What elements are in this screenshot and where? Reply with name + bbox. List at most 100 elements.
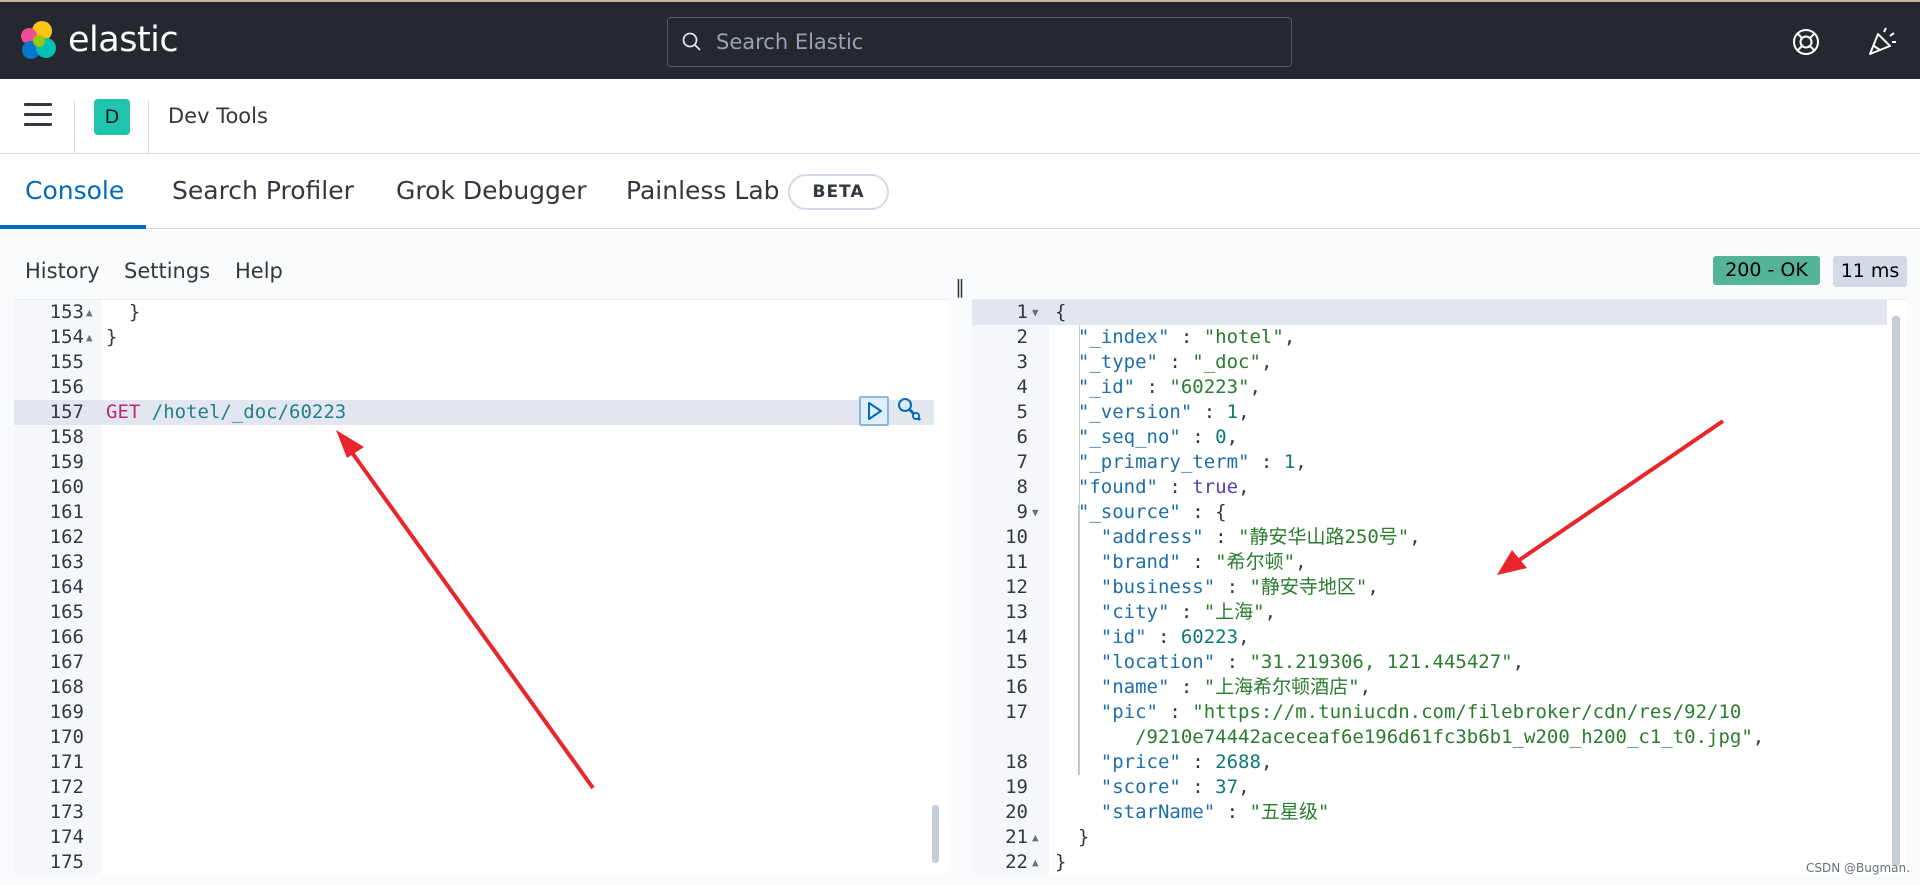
line-number: 154 (49, 326, 84, 348)
settings-link[interactable]: Settings (124, 259, 210, 283)
send-request-button[interactable] (859, 396, 889, 426)
line-number: 18 (1005, 751, 1028, 773)
pane-resizer[interactable]: ‖ (954, 277, 966, 297)
response-editor[interactable]: 1 ▼{2 "_index" : "hotel", 3 "_type" : "_do… (972, 299, 1907, 874)
code-text: { (1055, 301, 1067, 323)
fold-toggle-icon[interactable]: ▲ (1032, 850, 1039, 874)
response-line: 11 "brand" : "希尔顿", (972, 550, 1892, 575)
line-number: 16 (1005, 676, 1028, 698)
code-text: "location" : "31.219306, 121.445427", (1100, 651, 1525, 673)
tab-console[interactable]: Console (25, 176, 124, 205)
line-number: 153 (49, 301, 84, 323)
request-line: 160 (14, 475, 934, 500)
code-text: GET /hotel/_doc/60223 (106, 401, 347, 423)
header-divider (74, 101, 75, 153)
line-number: 170 (49, 726, 84, 748)
tab-painless-lab[interactable]: Painless Lab (626, 176, 780, 205)
code-text: "business" : "静安寺地区", (1100, 576, 1379, 598)
response-line: 9 ▼ "_source" : { (972, 500, 1892, 525)
newsfeed-icon[interactable] (1864, 24, 1900, 60)
tab-search-profiler[interactable]: Search Profiler (172, 176, 354, 205)
line-number: 159 (49, 451, 84, 473)
line-number: 157 (49, 401, 84, 423)
code-text: "_id" : "60223", (1077, 376, 1261, 398)
line-number: 3 (1016, 351, 1028, 373)
code-text: "_version" : 1, (1077, 401, 1250, 423)
request-line: 173 (14, 800, 934, 825)
code-text: } (1055, 851, 1067, 873)
code-text: "price" : 2688, (1100, 751, 1273, 773)
line-number: 21 (1005, 826, 1028, 848)
global-header: elastic (0, 0, 1920, 79)
request-editor[interactable]: 153 ▲ } 154 ▲} 155 156 157 GET /hotel/_doc/6022… (14, 299, 948, 874)
elastic-logo-icon[interactable] (18, 20, 58, 62)
response-line: 17 "pic" : "https://m.tuniucdn.com/fileb… (972, 700, 1892, 725)
line-number: 2 (1016, 326, 1028, 348)
fold-toggle-icon[interactable]: ▲ (86, 325, 93, 350)
line-number: 11 (1005, 551, 1028, 573)
help-link[interactable]: Help (235, 259, 283, 283)
breadcrumb-dev-tools[interactable]: Dev Tools (168, 104, 268, 128)
search-input[interactable] (716, 26, 1276, 58)
line-number: 17 (1005, 701, 1028, 723)
history-link[interactable]: History (25, 259, 100, 283)
line-number: 158 (49, 426, 84, 448)
code-text: "_seq_no" : 0, (1077, 426, 1239, 448)
line-number: 7 (1016, 451, 1028, 473)
request-line: 156 (14, 375, 934, 400)
response-line: 3 "_type" : "_doc", (972, 350, 1892, 375)
code-text: /9210e74442aceceaf6e196d61fc3b6b1_w200_h… (1135, 726, 1765, 748)
code-text: "id" : 60223, (1100, 626, 1250, 648)
response-line: 10 "address" : "静安华山路250号", (972, 525, 1892, 550)
response-line: 19 "score" : 37, (972, 775, 1892, 800)
code-text: "starName" : "五星级" (1100, 801, 1330, 823)
space-avatar[interactable]: D (94, 99, 130, 135)
menu-icon[interactable] (24, 103, 52, 127)
code-text: "_index" : "hotel", (1077, 326, 1296, 348)
response-line: 7 "_primary_term" : 1, (972, 450, 1892, 475)
request-line: 174 (14, 825, 934, 850)
request-line: 171 (14, 750, 934, 775)
wrench-icon[interactable] (896, 396, 924, 424)
response-line: 1 ▼ { (972, 300, 1892, 325)
code-text: "found" : true, (1077, 476, 1250, 498)
response-scrollbar[interactable] (1892, 316, 1900, 866)
request-line: 157 GET /hotel/_doc/60223 (14, 400, 934, 425)
line-number: 6 (1016, 426, 1028, 448)
help-icon[interactable] (1788, 24, 1824, 60)
response-line: 13 "city" : "上海", (972, 600, 1892, 625)
request-line: 161 (14, 500, 934, 525)
line-number: 19 (1005, 776, 1028, 798)
response-line: 16 "name" : "上海希尔顿酒店", (972, 675, 1892, 700)
request-line: 154 ▲} (14, 325, 934, 350)
search-icon (682, 32, 701, 51)
fold-toggle-icon[interactable]: ▲ (86, 300, 93, 325)
code-text: "city" : "上海", (1100, 601, 1277, 623)
line-number: 5 (1016, 401, 1028, 423)
tab-grok-debugger[interactable]: Grok Debugger (396, 176, 587, 205)
global-search[interactable] (667, 17, 1292, 67)
request-line: 164 (14, 575, 934, 600)
response-line: 2 "_index" : "hotel", (972, 325, 1892, 350)
code-text: "_primary_term" : 1, (1077, 451, 1307, 473)
response-line: 4 "_id" : "60223", (972, 375, 1892, 400)
status-badge: 200 - OK (1713, 256, 1820, 285)
line-number: 175 (49, 851, 84, 873)
request-time-badge: 11 ms (1833, 256, 1907, 287)
code-text: } (1055, 826, 1090, 848)
line-number: 162 (49, 526, 84, 548)
code-text: "brand" : "希尔顿", (1100, 551, 1307, 573)
line-number: 172 (49, 776, 84, 798)
request-line: 172 (14, 775, 934, 800)
line-number: 9 (1016, 501, 1028, 523)
fold-toggle-icon[interactable]: ▼ (1032, 500, 1039, 525)
request-line: 168 (14, 675, 934, 700)
request-scrollbar[interactable] (932, 805, 939, 863)
response-line: 21 ▲ } (972, 825, 1892, 850)
fold-toggle-icon[interactable]: ▼ (1032, 300, 1039, 325)
line-number: 1 (1016, 301, 1028, 323)
line-number: 173 (49, 801, 84, 823)
brand-name[interactable]: elastic (68, 20, 179, 60)
code-text: "name" : "上海希尔顿酒店", (1100, 676, 1372, 698)
fold-toggle-icon[interactable]: ▲ (1032, 825, 1039, 850)
